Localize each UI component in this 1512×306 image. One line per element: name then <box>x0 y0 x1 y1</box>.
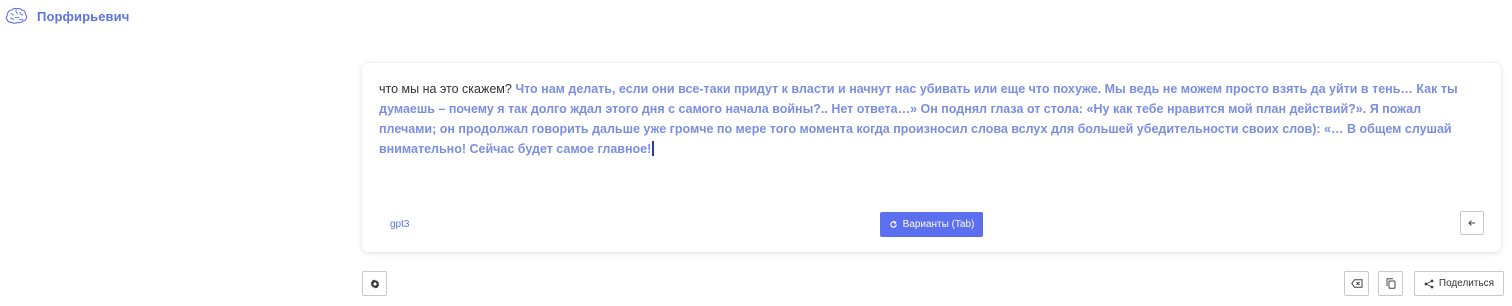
brain-logo-icon <box>5 7 28 24</box>
share-icon <box>1424 279 1434 288</box>
brand[interactable]: Порфирьевич <box>4 7 129 25</box>
editor-text-area[interactable]: что мы на это скажем? Что нам делать, ес… <box>379 79 1474 159</box>
variants-button[interactable]: Варианты (Tab) <box>880 212 983 237</box>
user-text: что мы на это скажем? <box>379 82 512 96</box>
copy-button[interactable] <box>1378 271 1403 296</box>
app-title: Порфирьевич <box>37 8 130 24</box>
text-caret <box>652 141 654 156</box>
share-label: Поделиться <box>1438 278 1495 289</box>
arrow-left-icon <box>1468 220 1475 226</box>
back-button[interactable] <box>1460 211 1484 235</box>
refresh-icon <box>889 220 897 228</box>
share-button[interactable]: Поделиться <box>1414 271 1504 296</box>
clear-button[interactable] <box>1344 271 1369 296</box>
generated-text: Что нам делать, если они все-таки придут… <box>379 82 1458 156</box>
editor-card: что мы на это скажем? Что нам делать, ес… <box>362 63 1501 252</box>
model-selector[interactable]: gpt3 <box>390 219 409 230</box>
backspace-icon <box>1350 279 1362 288</box>
gear-icon <box>370 279 379 288</box>
variants-label: Варианты (Tab) <box>902 219 975 230</box>
copy-icon <box>1386 278 1395 289</box>
settings-button[interactable] <box>362 271 387 296</box>
